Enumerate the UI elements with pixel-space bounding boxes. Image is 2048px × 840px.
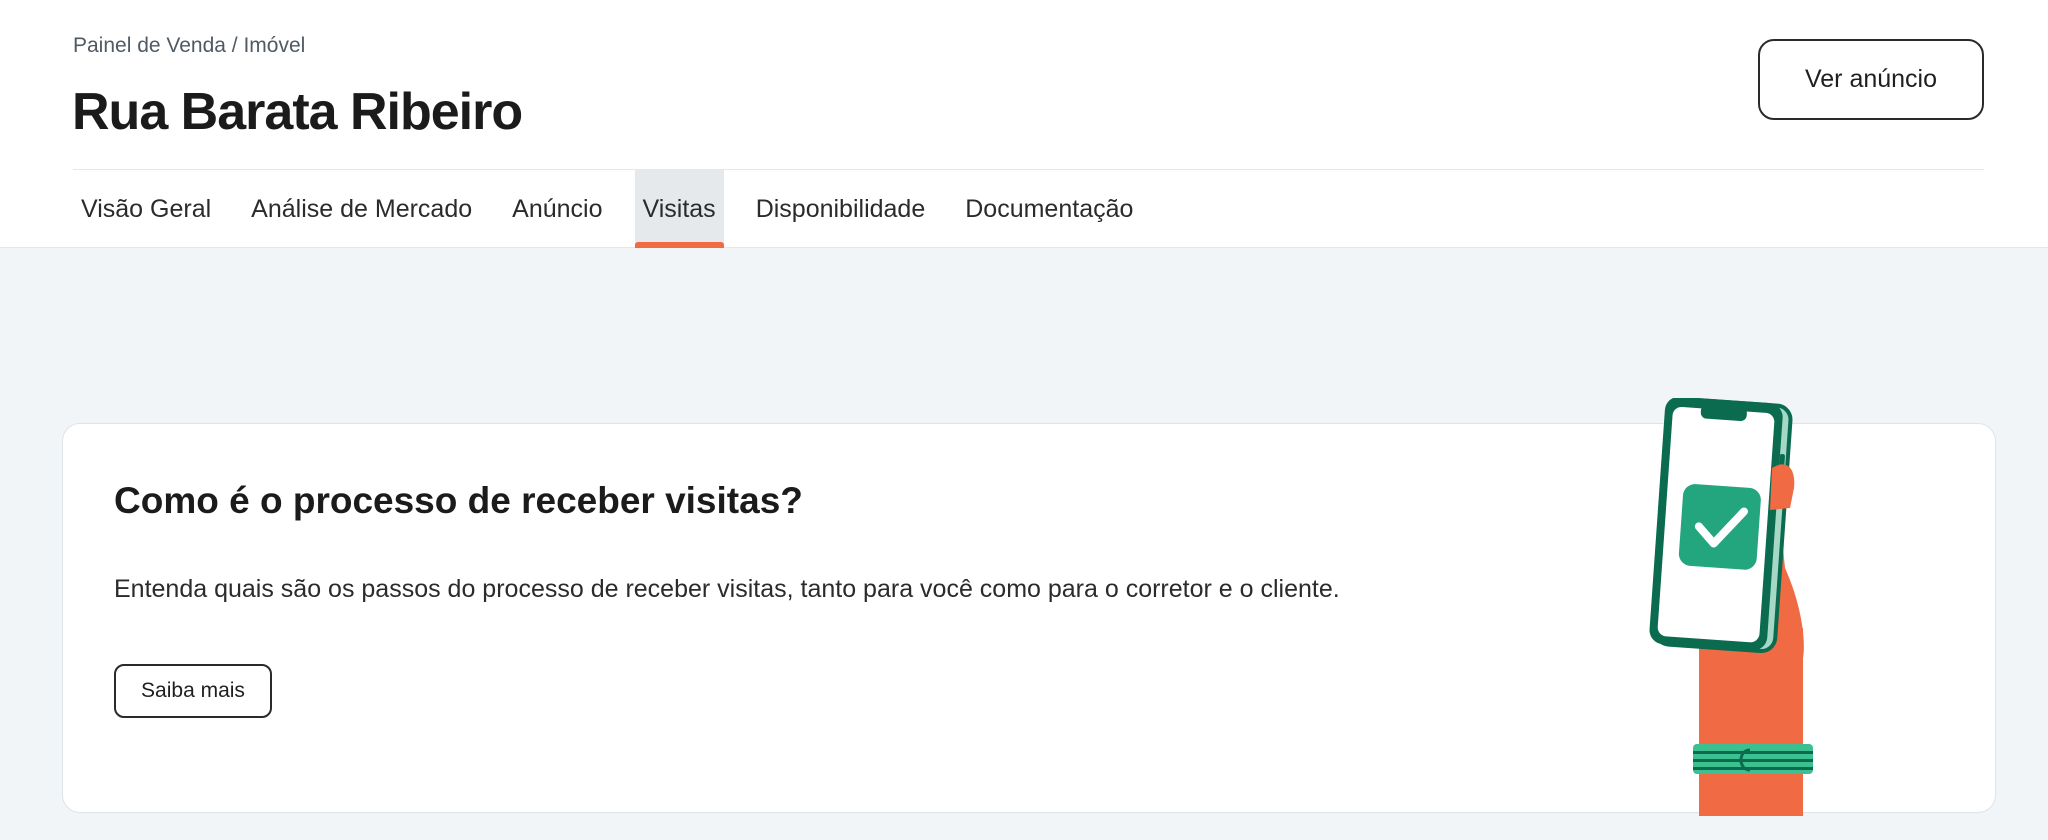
card-description: Entenda quais são os passos do processo … — [114, 575, 1340, 603]
tab-bar: Visão Geral Análise de Mercado Anúncio V… — [73, 170, 1165, 248]
tab-visao-geral[interactable]: Visão Geral — [73, 170, 219, 248]
card-title: Como é o processo de receber visitas? — [114, 480, 803, 521]
tab-disponibilidade[interactable]: Disponibilidade — [748, 170, 934, 248]
page-header: Painel de Venda / Imóvel Rua Barata Ribe… — [0, 0, 2048, 248]
page-title: Rua Barata Ribeiro — [72, 83, 523, 141]
saiba-mais-button[interactable]: Saiba mais — [114, 664, 272, 718]
tab-anuncio[interactable]: Anúncio — [504, 170, 610, 248]
tab-visitas[interactable]: Visitas — [634, 170, 724, 248]
tab-documentacao[interactable]: Documentação — [957, 170, 1141, 248]
ver-anuncio-button[interactable]: Ver anúncio — [1758, 39, 1984, 120]
phone-check-icon — [1649, 398, 1813, 816]
breadcrumb[interactable]: Painel de Venda / Imóvel — [73, 34, 305, 58]
tab-analise-de-mercado[interactable]: Análise de Mercado — [243, 170, 480, 248]
